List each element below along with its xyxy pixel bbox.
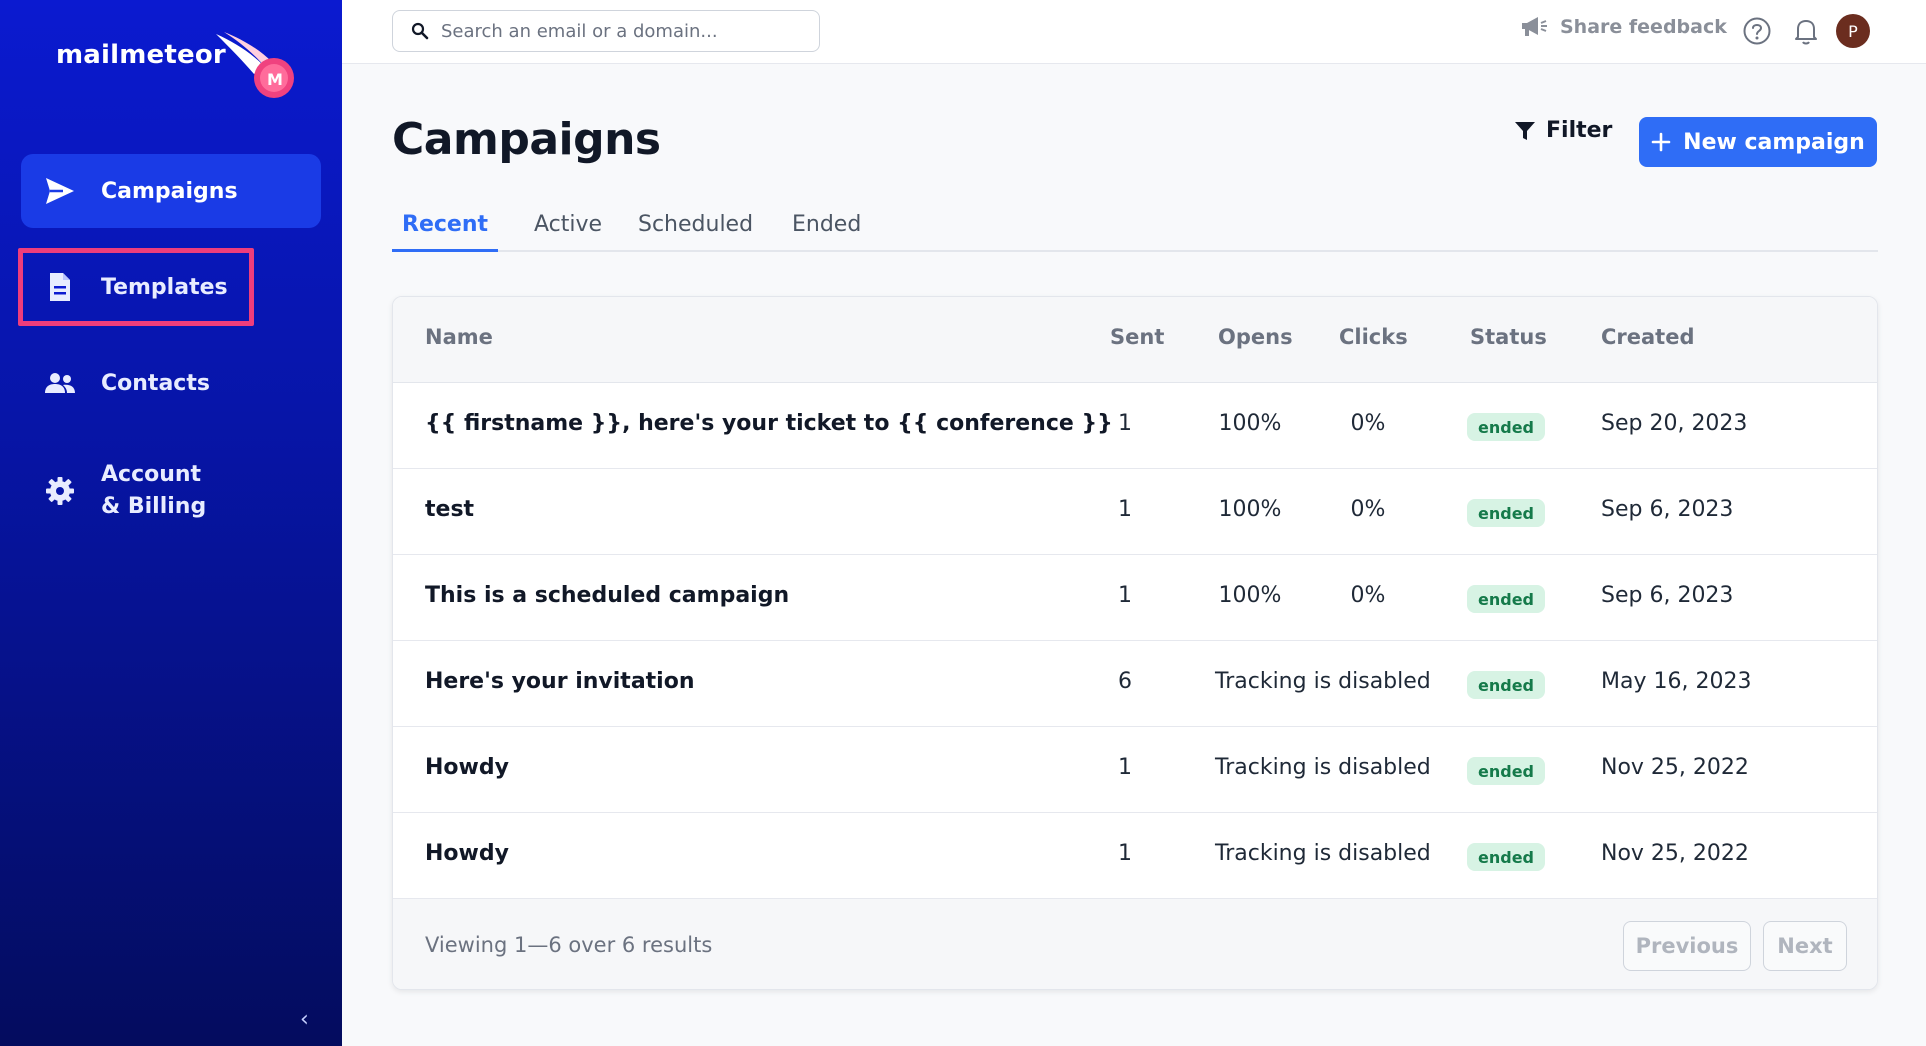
status-badge: ended xyxy=(1467,499,1545,527)
column-header-opens[interactable]: Opens xyxy=(1218,325,1293,349)
logo-text: mailmeteor xyxy=(56,40,226,70)
status-badge: ended xyxy=(1467,585,1545,613)
clicks-rate: 0% xyxy=(1350,583,1386,608)
collapse-sidebar-icon[interactable]: ‹ xyxy=(300,1007,324,1032)
share-feedback-button[interactable]: Share feedback xyxy=(1520,16,1727,38)
table-row[interactable]: test 1 100% 0% ended Sep 6, 2023 xyxy=(393,469,1877,555)
filter-button[interactable]: Filter xyxy=(1514,118,1612,143)
sidebar-item-label: Contacts xyxy=(101,370,210,396)
search-input[interactable] xyxy=(441,20,801,42)
clicks-rate: 0% xyxy=(1350,497,1386,522)
meteor-logo-icon: M xyxy=(216,32,294,98)
status-badge: ended xyxy=(1467,757,1545,785)
new-campaign-label: New campaign xyxy=(1683,129,1865,155)
table-row[interactable]: Howdy 1 Tracking is disabled ended Nov 2… xyxy=(393,813,1877,899)
created-date: Sep 6, 2023 xyxy=(1601,497,1734,522)
column-header-name[interactable]: Name xyxy=(425,325,493,349)
created-date: Nov 25, 2022 xyxy=(1601,755,1749,780)
table-row[interactable]: This is a scheduled campaign 1 100% 0% e… xyxy=(393,555,1877,641)
status-badge: ended xyxy=(1467,413,1545,441)
sent-count: 1 xyxy=(1118,755,1132,780)
users-icon xyxy=(43,366,77,400)
table-header: Name Sent Opens Clicks Status Created xyxy=(393,297,1877,383)
status-badge: ended xyxy=(1467,843,1545,871)
next-button[interactable]: Next xyxy=(1763,921,1847,971)
campaign-name[interactable]: {{ firstname }}, here's your ticket to {… xyxy=(425,411,1113,436)
topbar: Share feedback P xyxy=(342,0,1926,64)
plus-icon xyxy=(1651,132,1671,152)
tab-scheduled[interactable]: Scheduled xyxy=(628,212,763,252)
sidebar-item-label: Account & Billing xyxy=(101,459,206,523)
sidebar: mailmeteor M Campaigns Templates Contact… xyxy=(0,0,342,1046)
new-campaign-button[interactable]: New campaign xyxy=(1639,117,1877,167)
sidebar-item-label: Campaigns xyxy=(101,178,238,204)
templates-highlight-box xyxy=(18,248,254,326)
page-title: Campaigns xyxy=(392,114,661,165)
gear-icon xyxy=(43,474,77,508)
sent-count: 6 xyxy=(1118,669,1132,694)
table-footer: Viewing 1—6 over 6 results Previous Next xyxy=(393,899,1877,989)
campaign-tabs: Recent Active Scheduled Ended xyxy=(392,208,1878,252)
tracking-disabled-note: Tracking is disabled xyxy=(1215,755,1431,780)
bell-icon[interactable] xyxy=(1792,16,1820,46)
created-date: Sep 6, 2023 xyxy=(1601,583,1734,608)
column-header-sent[interactable]: Sent xyxy=(1110,325,1164,349)
table-row[interactable]: Here's your invitation 6 Tracking is dis… xyxy=(393,641,1877,727)
filter-icon xyxy=(1515,121,1535,140)
filter-label: Filter xyxy=(1546,118,1613,143)
created-date: May 16, 2023 xyxy=(1601,669,1752,694)
avatar[interactable]: P xyxy=(1836,14,1870,48)
svg-text:M: M xyxy=(267,70,283,89)
campaign-name[interactable]: This is a scheduled campaign xyxy=(425,583,789,608)
created-date: Sep 20, 2023 xyxy=(1601,411,1748,436)
opens-rate: 100% xyxy=(1218,411,1282,436)
sent-count: 1 xyxy=(1118,411,1132,436)
tracking-disabled-note: Tracking is disabled xyxy=(1215,669,1431,694)
campaign-name[interactable]: Howdy xyxy=(425,841,509,866)
sidebar-item-account-billing[interactable]: Account & Billing xyxy=(21,455,321,527)
share-feedback-label: Share feedback xyxy=(1560,16,1727,38)
sent-count: 1 xyxy=(1118,497,1132,522)
paper-plane-icon xyxy=(43,174,77,208)
help-icon[interactable] xyxy=(1742,16,1772,46)
previous-button[interactable]: Previous xyxy=(1623,921,1751,971)
tab-recent[interactable]: Recent xyxy=(392,212,499,252)
results-count: Viewing 1—6 over 6 results xyxy=(425,933,713,957)
campaign-name[interactable]: Here's your invitation xyxy=(425,669,695,694)
campaigns-table: Name Sent Opens Clicks Status Created {{… xyxy=(392,296,1878,990)
tab-active[interactable]: Active xyxy=(524,212,612,252)
sidebar-item-label-line2: & Billing xyxy=(101,494,207,519)
table-row[interactable]: {{ firstname }}, here's your ticket to {… xyxy=(393,383,1877,469)
opens-rate: 100% xyxy=(1218,497,1282,522)
status-badge: ended xyxy=(1467,671,1545,699)
sidebar-item-label-line1: Account xyxy=(101,462,202,487)
search-box[interactable] xyxy=(392,10,820,52)
opens-rate: 100% xyxy=(1218,583,1282,608)
created-date: Nov 25, 2022 xyxy=(1601,841,1749,866)
search-icon xyxy=(411,22,429,40)
table-row[interactable]: Howdy 1 Tracking is disabled ended Nov 2… xyxy=(393,727,1877,813)
sidebar-item-campaigns[interactable]: Campaigns xyxy=(21,154,321,228)
column-header-status[interactable]: Status xyxy=(1470,325,1547,349)
tab-ended[interactable]: Ended xyxy=(782,212,871,252)
column-header-created[interactable]: Created xyxy=(1601,325,1695,349)
sent-count: 1 xyxy=(1118,841,1132,866)
campaign-name[interactable]: test xyxy=(425,497,474,522)
column-header-clicks[interactable]: Clicks xyxy=(1339,325,1408,349)
clicks-rate: 0% xyxy=(1350,411,1386,436)
tracking-disabled-note: Tracking is disabled xyxy=(1215,841,1431,866)
logo[interactable]: mailmeteor M xyxy=(56,32,294,98)
sent-count: 1 xyxy=(1118,583,1132,608)
sidebar-item-contacts[interactable]: Contacts xyxy=(21,350,321,416)
megaphone-icon xyxy=(1522,17,1547,36)
campaign-name[interactable]: Howdy xyxy=(425,755,509,780)
